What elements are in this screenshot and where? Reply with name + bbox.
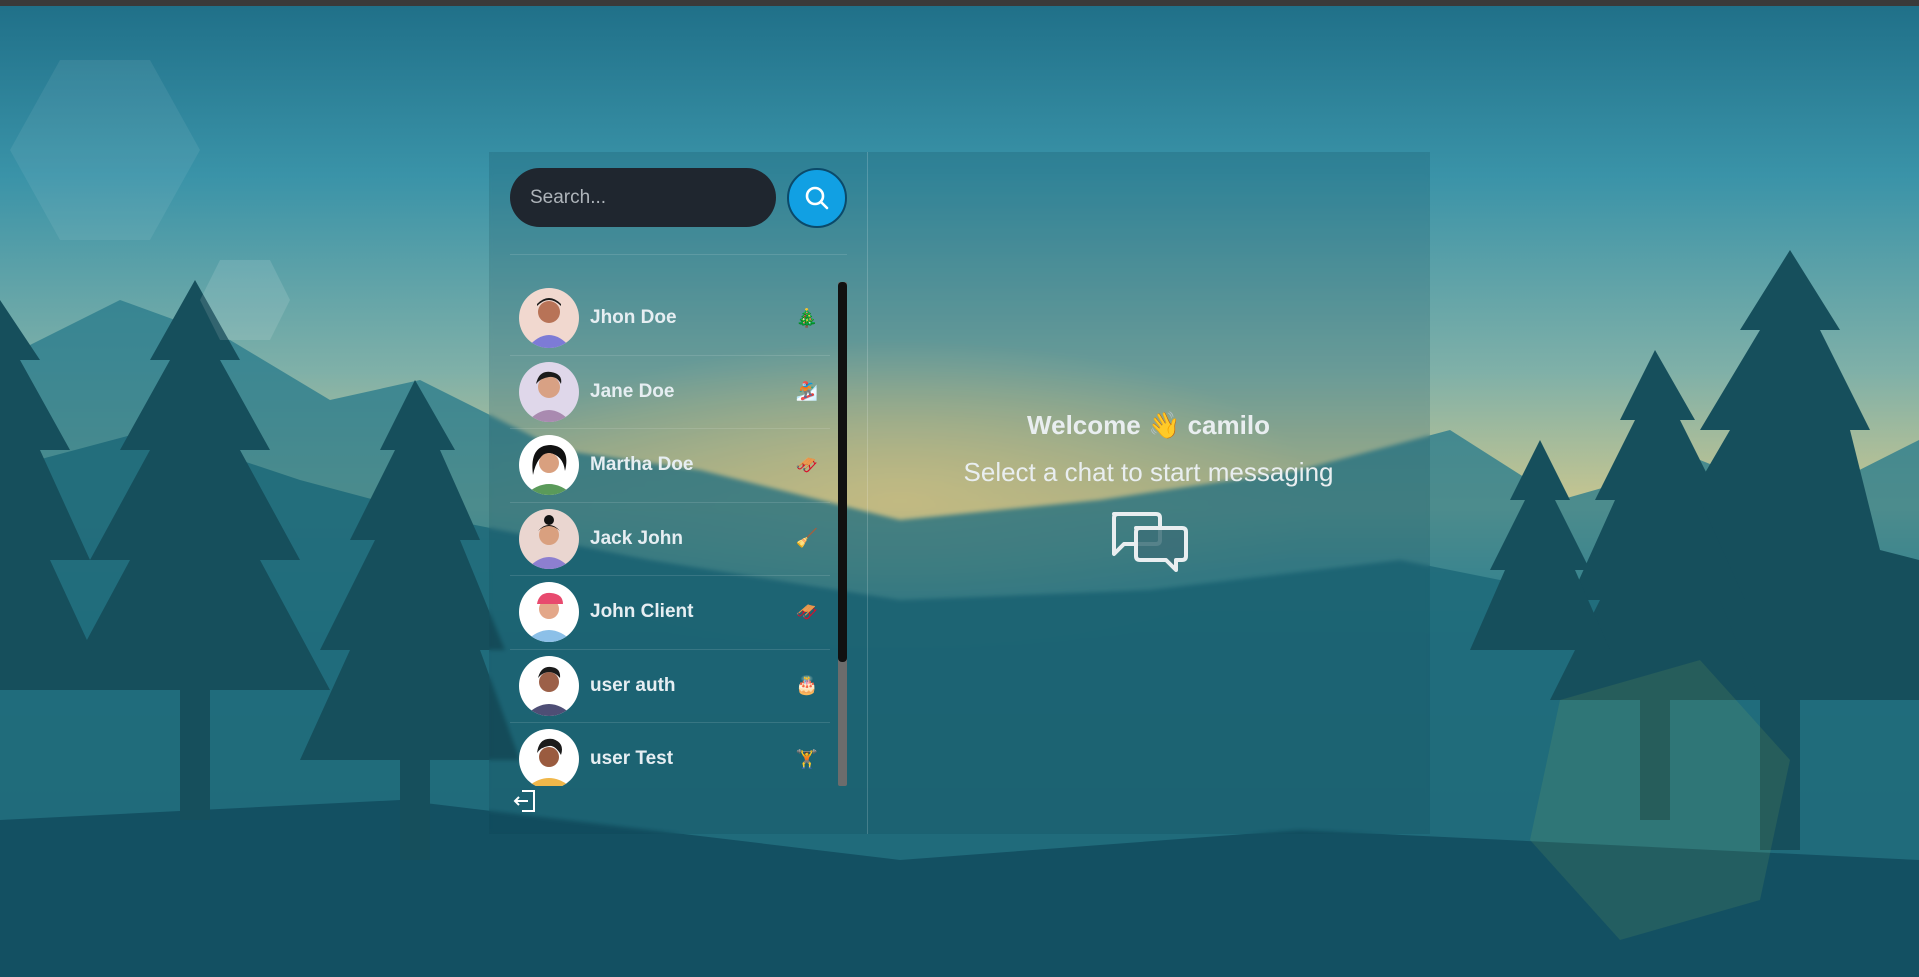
search-input[interactable]: [510, 168, 776, 227]
avatar: [519, 435, 579, 496]
contact-item[interactable]: user Test 🏋: [510, 723, 830, 786]
contact-status-emoji: 🎄: [795, 307, 819, 329]
avatar: [519, 288, 579, 349]
contact-name: John Client: [590, 601, 694, 623]
contact-name: Jack John: [590, 527, 683, 549]
contact-status-emoji: 🛷: [795, 454, 819, 476]
contact-name: Jane Doe: [590, 380, 675, 402]
contact-item[interactable]: Jane Doe 🏂: [510, 356, 830, 429]
logout-button[interactable]: [512, 788, 538, 814]
logout-icon: [513, 790, 535, 812]
contact-status-emoji: 🎂: [795, 675, 819, 697]
contact-item[interactable]: Jack John 🧹: [510, 503, 830, 576]
contact-name: Martha Doe: [590, 454, 694, 476]
avatar: [519, 361, 579, 422]
welcome-greeting: Welcome: [1027, 410, 1141, 440]
contact-status-emoji: 🏂: [795, 381, 819, 403]
contact-status-emoji: 🏋: [795, 748, 819, 770]
avatar: [519, 655, 579, 716]
contact-list[interactable]: Jhon Doe 🎄 Jane Doe 🏂 Martha Doe 🛷 Jack …: [510, 282, 830, 786]
welcome-username: camilo: [1187, 410, 1270, 440]
avatar: [519, 508, 579, 569]
contact-status-emoji: 🧹: [795, 528, 819, 550]
contact-item[interactable]: Jhon Doe 🎄: [510, 282, 830, 356]
contact-name: Jhon Doe: [590, 307, 677, 329]
contact-name: user Test: [590, 748, 674, 770]
contact-item[interactable]: user auth 🎂: [510, 650, 830, 723]
welcome-line: Welcome 👋 camilo: [867, 410, 1430, 441]
contact-item[interactable]: John Client 🛷: [510, 576, 830, 650]
contact-name: user auth: [590, 674, 676, 696]
panel-divider: [867, 152, 868, 834]
search-icon: [805, 186, 829, 210]
search-separator: [510, 254, 847, 255]
avatar: [519, 729, 579, 786]
contact-item[interactable]: Martha Doe 🛷: [510, 429, 830, 503]
welcome-subtitle: Select a chat to start messaging: [963, 457, 1334, 487]
scrollbar-thumb[interactable]: [838, 282, 847, 662]
search-button[interactable]: [787, 168, 847, 228]
contact-status-emoji: 🛷: [795, 601, 819, 623]
chat-bubbles-icon: [1110, 510, 1190, 572]
welcome-message: Welcome 👋 camilo Select a chat to start …: [867, 410, 1430, 488]
wave-emoji: 👋: [1147, 410, 1181, 440]
avatar: [519, 582, 579, 643]
